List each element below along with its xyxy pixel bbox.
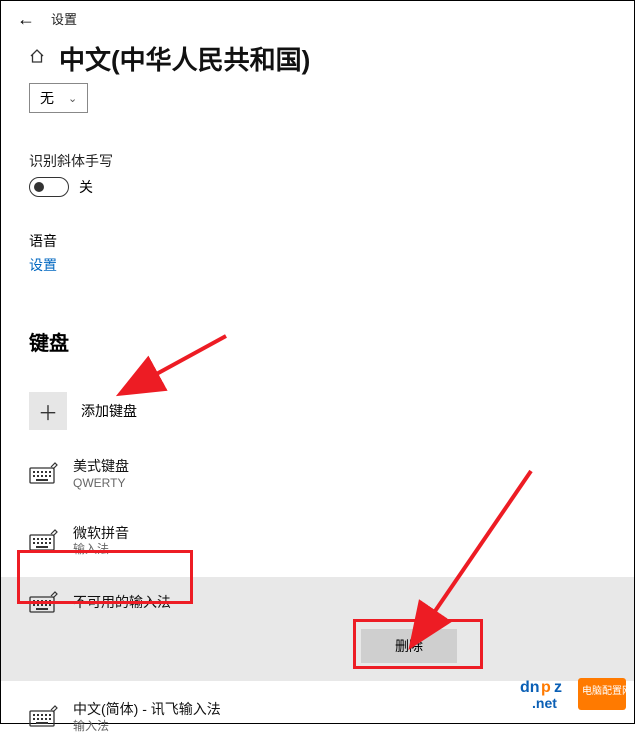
chevron-down-icon: ⌄ <box>68 92 77 105</box>
svg-text:z: z <box>554 679 562 696</box>
keyboard-icon <box>29 462 59 486</box>
keyboard-heading: 键盘 <box>1 327 634 356</box>
voice-settings-link[interactable]: 设置 <box>1 255 634 275</box>
keyboard-icon <box>29 529 59 553</box>
svg-text:.net: .net <box>532 695 557 711</box>
keyboard-item-sub: 输入法 <box>73 719 221 734</box>
plus-icon: ＋ <box>29 392 67 430</box>
keyboard-icon <box>29 705 59 729</box>
keyboard-item-unavailable[interactable]: 不可用的输入法 <box>1 577 634 629</box>
slanted-handwriting-section: 识别斜体手写 关 <box>1 151 634 197</box>
add-keyboard-label: 添加键盘 <box>81 401 137 421</box>
dropdown-value: 无 <box>40 88 54 108</box>
watermark-logo: dn p z 电脑配置网 .net <box>518 676 628 717</box>
keyboard-item-title: 美式键盘 <box>73 458 129 476</box>
slanted-label: 识别斜体手写 <box>29 151 634 171</box>
page-title: 中文(中华人民共和国) <box>59 40 310 77</box>
default-ime-dropdown[interactable]: 无 ⌄ <box>29 83 88 113</box>
keyboard-icon <box>29 591 59 615</box>
keyboard-item-unavailable-panel: 不可用的输入法 删除 <box>1 577 634 681</box>
add-keyboard-button[interactable]: ＋ 添加键盘 <box>29 392 634 430</box>
header-title: 设置 <box>51 9 77 28</box>
svg-text:dn: dn <box>520 679 540 696</box>
keyboard-item-title: 微软拼音 <box>73 525 129 543</box>
toggle-knob <box>34 182 44 192</box>
slanted-toggle[interactable] <box>29 177 69 197</box>
keyboard-item-us[interactable]: 美式键盘 QWERTY <box>29 452 634 497</box>
keyboard-item-sub: QWERTY <box>73 476 129 491</box>
keyboard-item-sub: 输入法 <box>73 542 129 557</box>
back-icon[interactable]: ← <box>17 10 35 28</box>
keyboard-item-title: 不可用的输入法 <box>73 594 171 612</box>
keyboard-item-title: 中文(简体) - 讯飞输入法 <box>73 701 221 719</box>
title-row: 中文(中华人民共和国) <box>1 32 634 77</box>
svg-text:电脑配置网: 电脑配置网 <box>582 684 628 697</box>
window-header: ← 设置 <box>1 1 634 32</box>
voice-heading: 语音 <box>1 231 634 251</box>
home-icon[interactable] <box>29 48 45 69</box>
delete-button[interactable]: 删除 <box>361 629 457 663</box>
toggle-state-label: 关 <box>79 177 93 197</box>
keyboard-item-pinyin[interactable]: 微软拼音 输入法 <box>29 519 634 564</box>
svg-text:p: p <box>541 679 551 696</box>
